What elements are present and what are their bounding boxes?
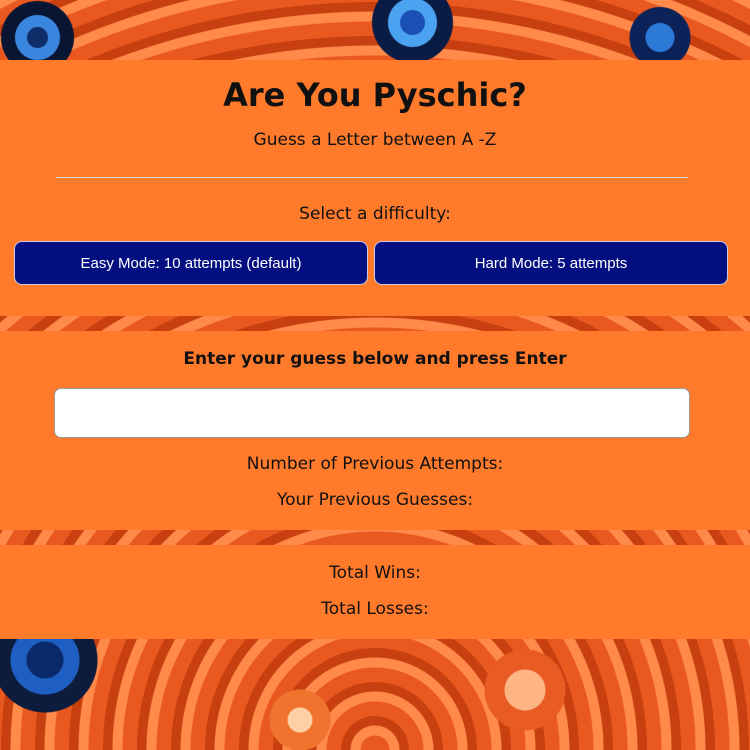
totals-panel: Total Wins: Total Losses:: [0, 545, 750, 639]
previous-guesses-label: Your Previous Guesses:: [276, 490, 474, 510]
total-wins-label: Total Wins:: [329, 563, 421, 583]
guess-prompt: Enter your guess below and press Enter: [183, 349, 567, 369]
easy-mode-button[interactable]: Easy Mode: 10 attempts (default): [14, 241, 368, 285]
hard-mode-button[interactable]: Hard Mode: 5 attempts: [374, 241, 728, 285]
page-subtitle: Guess a Letter between A -Z: [253, 130, 497, 150]
previous-attempts-label: Number of Previous Attempts:: [246, 454, 504, 474]
total-losses-label: Total Losses:: [321, 599, 429, 619]
difficulty-label: Select a difficulty:: [299, 204, 451, 224]
guess-input[interactable]: [54, 388, 690, 438]
difficulty-panel: Are You Pyschic? Guess a Letter between …: [0, 60, 750, 316]
page-title: Are You Pyschic?: [223, 76, 527, 114]
guess-panel: Enter your guess below and press Enter N…: [0, 331, 750, 530]
divider: [56, 177, 688, 178]
